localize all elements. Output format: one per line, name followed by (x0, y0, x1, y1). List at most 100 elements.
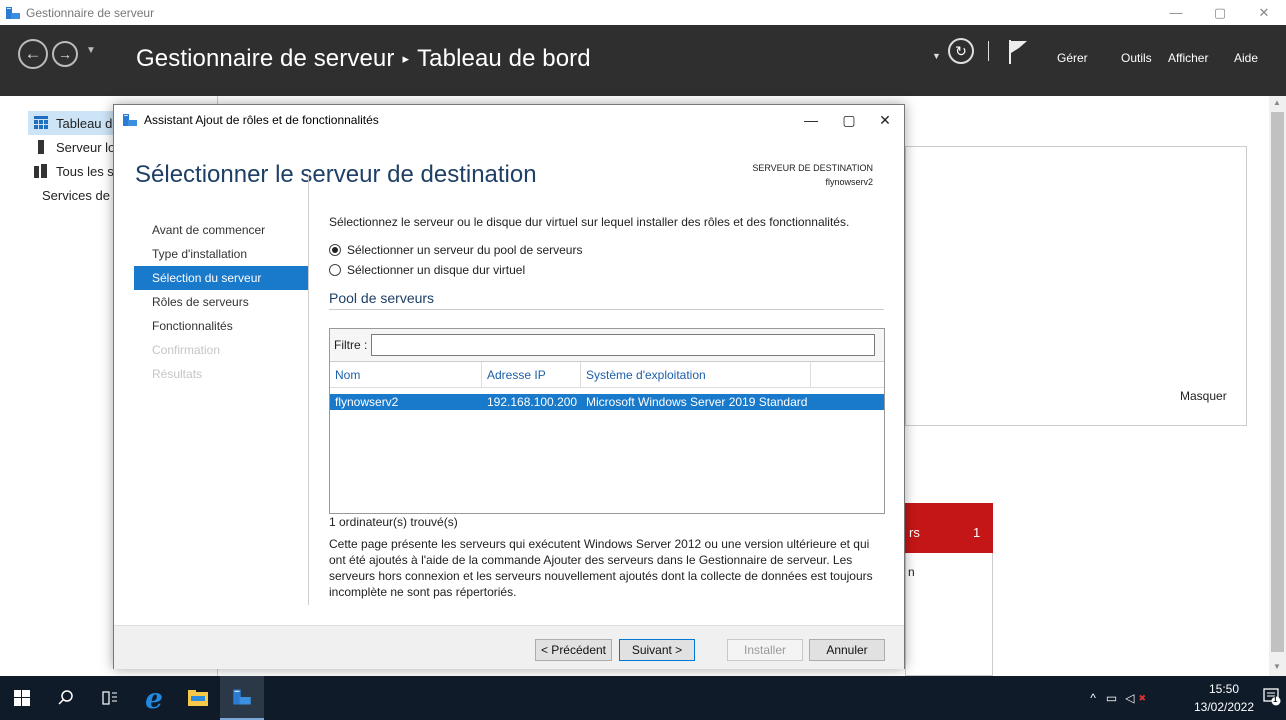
add-roles-wizard-dialog: Assistant Ajout de rôles et de fonctionn… (113, 104, 905, 669)
table-row[interactable]: flynowserv2 192.168.100.200 Microsoft Wi… (330, 394, 884, 410)
scroll-up-icon[interactable]: ▲ (1273, 98, 1281, 107)
refresh-icon[interactable]: ↻ (948, 38, 974, 64)
destination-server-name: flynowserv2 (825, 177, 873, 187)
column-header-ip[interactable]: Adresse IP (482, 361, 581, 388)
window-title: Gestionnaire de serveur (26, 5, 155, 20)
window-maximize-button[interactable]: ▢ (1198, 0, 1242, 25)
filter-input[interactable] (371, 334, 876, 356)
description-text: Cette page présente les serveurs qui exé… (329, 537, 873, 599)
step-resultats: Résultats (152, 367, 203, 381)
volume-muted-icon: ✖ (1138, 692, 1146, 703)
clock-date: 13/02/2022 (1193, 700, 1255, 714)
chevron-up-icon[interactable]: ^ (1090, 691, 1096, 705)
radio-vhd-label[interactable]: Sélectionner un disque dur virtuel (347, 263, 525, 277)
server-manager-icon (123, 114, 137, 126)
role-tile-count: 1 (973, 525, 981, 540)
notification-center-icon[interactable]: 1 (1263, 688, 1281, 706)
step-selection-serveur[interactable]: Sélection du serveur (134, 266, 308, 290)
app-header: ← → ▼ Gestionnaire de serveur ▸ Tableau de… (0, 25, 1286, 96)
wizard-footer: < Précédent Suivant > Installer Annuler (114, 625, 904, 669)
next-button[interactable]: Suivant > (619, 639, 695, 661)
history-dropdown-icon[interactable]: ▼ (86, 45, 96, 56)
install-button: Installer (727, 639, 803, 661)
column-header-os[interactable]: Système d'exploitation (581, 361, 811, 388)
breadcrumb-separator-icon: ▸ (402, 51, 410, 66)
cancel-button[interactable]: Annuler (809, 639, 885, 661)
steps-divider (308, 175, 309, 605)
radio-pool-label[interactable]: Sélectionner un serveur du pool de serve… (347, 243, 582, 257)
role-tile-header[interactable]: rs 1 (905, 503, 993, 553)
cell-os: Microsoft Windows Server 2019 Standard (586, 395, 808, 409)
notification-count: 1 (1273, 695, 1278, 704)
server-icon (38, 140, 44, 154)
step-type-installation[interactable]: Type d'installation (134, 242, 308, 266)
destination-caption: SERVEUR DE DESTINATION (752, 163, 873, 173)
wizard-minimize-button[interactable]: — (792, 105, 830, 135)
scroll-down-icon[interactable]: ▼ (1273, 662, 1281, 671)
hide-link[interactable]: Masquer (1180, 389, 1227, 403)
window-close-button[interactable]: ✕ (1242, 0, 1286, 25)
breadcrumb: Gestionnaire de serveur ▸ Tableau de bord (136, 45, 591, 73)
dashboard-icon (34, 116, 48, 129)
wizard-content: Sélectionnez le serveur ou le disque dur… (329, 215, 889, 310)
server-pool-list: Filtre : Nom Adresse IP Système d'exploi… (329, 328, 885, 514)
clock[interactable]: 15:50 13/02/2022 (1188, 680, 1260, 716)
start-windows-icon[interactable] (0, 676, 44, 720)
back-arrow-icon[interactable]: ← (18, 39, 48, 69)
filter-label: Filtre : (334, 338, 368, 352)
refresh-dropdown-icon[interactable]: ▼ (932, 51, 941, 61)
forward-arrow-icon[interactable]: → (52, 41, 78, 67)
breadcrumb-page: Tableau de bord (417, 45, 591, 72)
role-tile-title: rs (909, 525, 920, 540)
internet-explorer-icon[interactable]: e (132, 676, 176, 720)
search-icon[interactable] (44, 676, 88, 720)
window-titlebar: Gestionnaire de serveur (0, 0, 1286, 25)
server-manager-taskbar-icon[interactable] (220, 676, 264, 720)
previous-button[interactable]: < Précédent (535, 639, 612, 661)
network-icon[interactable]: ▭ (1106, 691, 1117, 705)
wizard-close-button[interactable]: ✕ (866, 105, 904, 135)
pool-title: Pool de serveurs (329, 290, 884, 310)
column-header-nom[interactable]: Nom (330, 361, 482, 388)
step-fonctionnalites[interactable]: Fonctionnalités (134, 314, 308, 338)
wizard-steps: Avant de commencer Type d'installation S… (134, 218, 308, 386)
clock-time: 15:50 (1208, 682, 1240, 696)
filter-row: Filtre : (330, 329, 884, 362)
scrollbar-thumb[interactable] (1271, 112, 1284, 652)
role-tile-text: n (908, 565, 915, 579)
server-manager-icon (6, 6, 20, 19)
task-view-icon[interactable] (88, 676, 132, 720)
cell-name: flynowserv2 (335, 395, 399, 409)
table-header: Nom Adresse IP Système d'exploitation (330, 361, 884, 388)
cell-ip: 192.168.100.200 (487, 395, 578, 409)
menu-aide[interactable]: Aide (1234, 51, 1258, 65)
radio-vhd[interactable] (329, 264, 341, 276)
wizard-titlebar: Assistant Ajout de rôles et de fonctionn… (114, 105, 904, 135)
radio-pool-row[interactable]: Sélectionner un serveur du pool de serve… (329, 243, 889, 257)
notifications-flag-icon[interactable] (1008, 39, 1030, 65)
intro-text: Sélectionnez le serveur ou le disque dur… (329, 215, 850, 229)
step-confirmation: Confirmation (152, 343, 221, 357)
welcome-panel (905, 146, 1247, 426)
wizard-heading: Sélectionner le serveur de destination (135, 161, 537, 188)
window-minimize-button[interactable]: — (1154, 0, 1198, 25)
breadcrumb-root[interactable]: Gestionnaire de serveur (136, 45, 394, 72)
destination-server-label: SERVEUR DE DESTINATION flynowserv2 (752, 161, 873, 189)
menu-afficher[interactable]: Afficher (1168, 51, 1208, 65)
wizard-title: Assistant Ajout de rôles et de fonctionn… (144, 113, 379, 127)
taskbar: e ^ ▭ ◁ ✖ 15:50 13/02/2022 1 (0, 676, 1286, 720)
found-count: 1 ordinateur(s) trouvé(s) (329, 515, 458, 529)
volume-icon[interactable]: ◁ (1125, 691, 1134, 705)
header-divider (988, 41, 989, 61)
menu-outils[interactable]: Outils (1121, 51, 1152, 65)
file-explorer-icon[interactable] (176, 676, 220, 720)
servers-icon (34, 164, 47, 178)
main-scrollbar[interactable]: ▲ ▼ (1269, 96, 1286, 676)
menu-gerer[interactable]: Gérer (1057, 51, 1088, 65)
role-tile-body: n (905, 553, 993, 676)
wizard-maximize-button[interactable]: ▢ (830, 105, 868, 135)
step-roles-serveurs[interactable]: Rôles de serveurs (134, 290, 308, 314)
radio-vhd-row[interactable]: Sélectionner un disque dur virtuel (329, 263, 889, 277)
step-avant-de-commencer[interactable]: Avant de commencer (134, 218, 308, 242)
radio-pool[interactable] (329, 244, 341, 256)
